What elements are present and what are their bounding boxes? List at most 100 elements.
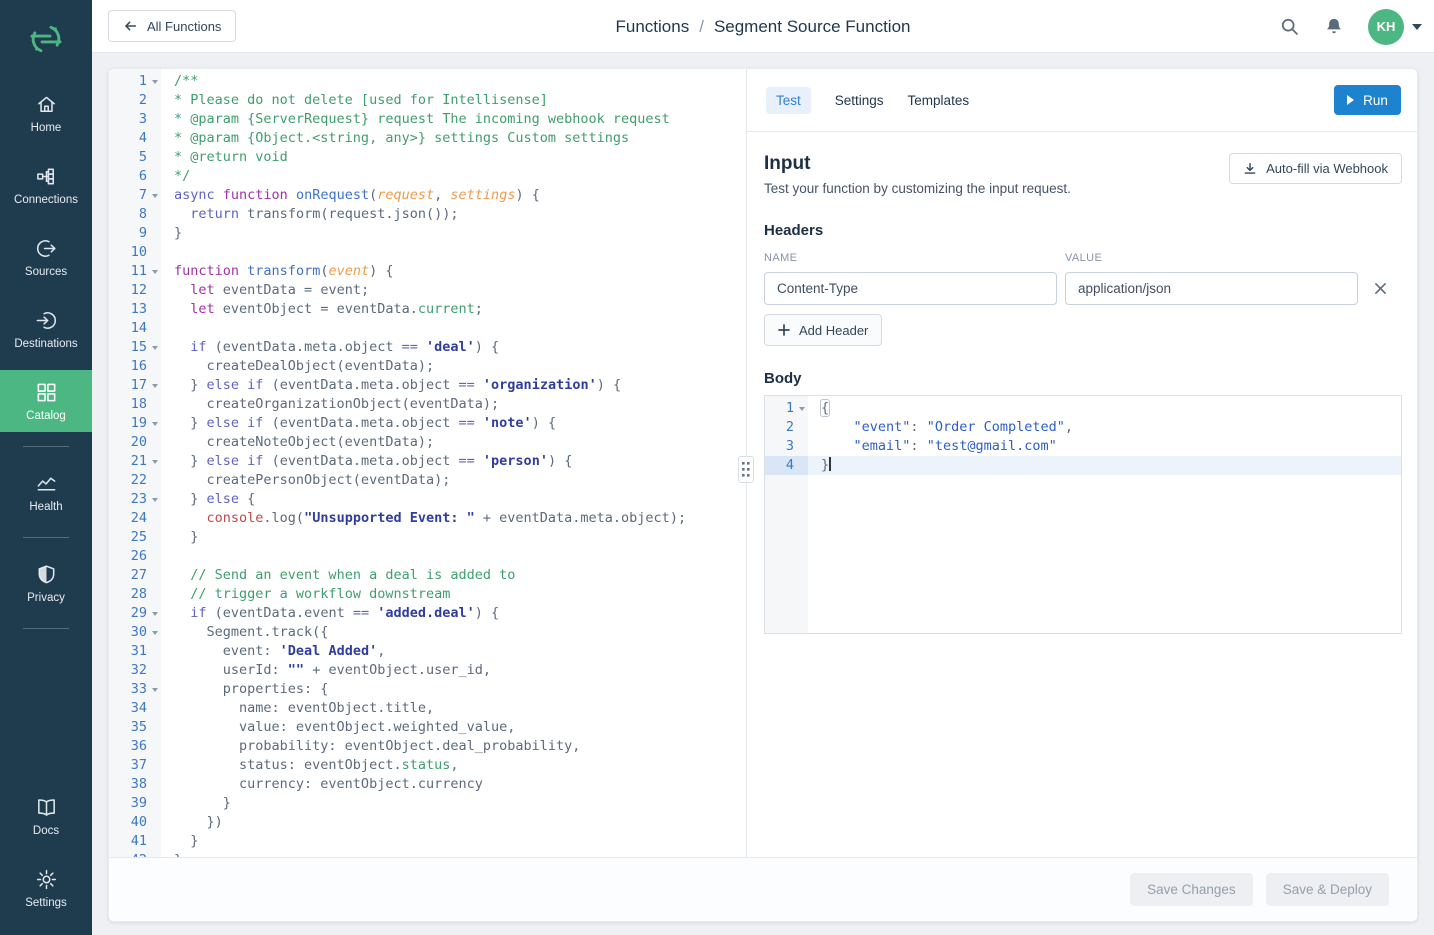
code-line[interactable]: 25 } — [109, 528, 746, 547]
sidebar-item-home[interactable]: Home — [0, 82, 92, 144]
fold-arrow-icon[interactable] — [152, 384, 158, 388]
code-line[interactable]: 32 userId: "" + eventObject.user_id, — [109, 661, 746, 680]
code-line[interactable]: 16 createDealObject(eventData); — [109, 357, 746, 376]
code-line[interactable]: 6*/ — [109, 167, 746, 186]
fold-arrow-icon[interactable] — [799, 407, 805, 411]
code-line[interactable]: 15 if (eventData.meta.object == 'deal') … — [109, 338, 746, 357]
code-line[interactable]: 22 createPersonObject(eventData); — [109, 471, 746, 490]
code-line[interactable]: 33 properties: { — [109, 680, 746, 699]
code-line[interactable]: 27 // Send an event when a deal is added… — [109, 566, 746, 585]
segment-logo[interactable] — [28, 20, 64, 58]
fold-arrow-icon[interactable] — [152, 422, 158, 426]
close-icon — [1374, 282, 1387, 295]
catalog-icon — [35, 381, 58, 404]
code-line[interactable]: 3* @param {ServerRequest} request The in… — [109, 110, 746, 129]
code-line[interactable]: 38 currency: eventObject.currency — [109, 775, 746, 794]
code-line[interactable]: 12 let eventData = event; — [109, 281, 746, 300]
add-header-label: Add Header — [799, 323, 868, 338]
code-line[interactable]: 35 value: eventObject.weighted_value, — [109, 718, 746, 737]
code-line[interactable]: 40 }) — [109, 813, 746, 832]
code-line[interactable]: 37 status: eventObject.status, — [109, 756, 746, 775]
code-line[interactable]: 39 } — [109, 794, 746, 813]
save-changes-button[interactable]: Save Changes — [1130, 873, 1253, 906]
code-line[interactable]: 10 — [109, 243, 746, 262]
fold-arrow-icon[interactable] — [152, 194, 158, 198]
tab-settings[interactable]: Settings — [835, 87, 884, 114]
run-button[interactable]: Run — [1334, 85, 1401, 115]
code-line[interactable]: 9} — [109, 224, 746, 243]
code-line[interactable]: 14 — [109, 319, 746, 338]
add-header-button[interactable]: Add Header — [764, 314, 882, 346]
code-line[interactable]: 31 event: 'Deal Added', — [109, 642, 746, 661]
code-line[interactable]: 4* @param {Object.<string, any>} setting… — [109, 129, 746, 148]
fold-arrow-icon[interactable] — [152, 460, 158, 464]
code-line[interactable]: 1/** — [109, 72, 746, 91]
remove-header-button[interactable] — [1374, 282, 1387, 295]
fold-arrow-icon[interactable] — [152, 612, 158, 616]
sidebar-item-label: Connections — [14, 194, 78, 206]
fold-arrow-icon[interactable] — [152, 346, 158, 350]
code-line[interactable]: 4} — [765, 456, 1401, 475]
sidebar-item-health[interactable]: Health — [0, 461, 92, 523]
avatar[interactable]: KH — [1368, 9, 1404, 45]
source-code-editor[interactable]: 1/**2* Please do not delete [used for In… — [109, 69, 746, 857]
save-deploy-button[interactable]: Save & Deploy — [1266, 873, 1389, 906]
code-line[interactable]: 24 console.log("Unsupported Event: " + e… — [109, 509, 746, 528]
settings-icon — [35, 868, 58, 891]
code-line[interactable]: 3 "email": "test@gmail.com" — [765, 437, 1401, 456]
code-line[interactable]: 28 // trigger a workflow downstream — [109, 585, 746, 604]
code-line[interactable]: 23 } else { — [109, 490, 746, 509]
notifications-bell-icon[interactable] — [1324, 16, 1344, 37]
sidebar-item-connections[interactable]: Connections — [0, 154, 92, 216]
code-line[interactable]: 13 let eventObject = eventData.current; — [109, 300, 746, 319]
code-line[interactable]: 11function transform(event) { — [109, 262, 746, 281]
code-line[interactable]: 29 if (eventData.event == 'added.deal') … — [109, 604, 746, 623]
fold-arrow-icon[interactable] — [152, 498, 158, 502]
code-line[interactable]: 42} — [109, 851, 746, 857]
pane-drag-handle[interactable] — [738, 456, 754, 483]
request-body-editor[interactable]: 1{2 "event": "Order Completed",3 "email"… — [764, 395, 1402, 634]
code-line[interactable]: 26 — [109, 547, 746, 566]
all-functions-button[interactable]: All Functions — [108, 10, 236, 42]
line-number: 24 — [109, 509, 161, 528]
code-line[interactable]: 1{ — [765, 399, 1401, 418]
user-menu[interactable]: KH — [1368, 9, 1422, 45]
tab-templates[interactable]: Templates — [908, 87, 970, 114]
fold-arrow-icon[interactable] — [152, 688, 158, 692]
sidebar-item-privacy[interactable]: Privacy — [0, 552, 92, 614]
sidebar-item-docs[interactable]: Docs — [0, 785, 92, 847]
line-number: 36 — [109, 737, 161, 756]
search-icon[interactable] — [1279, 16, 1300, 37]
code-line[interactable]: 8 return transform(request.json()); — [109, 205, 746, 224]
fold-arrow-icon[interactable] — [152, 631, 158, 635]
code-line[interactable]: 7async function onRequest(request, setti… — [109, 186, 746, 205]
code-line[interactable]: 19 } else if (eventData.meta.object == '… — [109, 414, 746, 433]
code-line[interactable]: 21 } else if (eventData.meta.object == '… — [109, 452, 746, 471]
code-line[interactable]: 41 } — [109, 832, 746, 851]
code-line[interactable]: 17 } else if (eventData.meta.object == '… — [109, 376, 746, 395]
header-name-input[interactable] — [764, 272, 1057, 305]
code-line[interactable]: 5* @return void — [109, 148, 746, 167]
line-number: 35 — [109, 718, 161, 737]
headers-section-title: Headers — [764, 222, 1402, 239]
line-number: 1 — [765, 399, 808, 418]
autofill-webhook-button[interactable]: Auto-fill via Webhook — [1229, 153, 1402, 184]
line-number: 6 — [109, 167, 161, 186]
code-line[interactable]: 2* Please do not delete [used for Intell… — [109, 91, 746, 110]
sidebar-item-catalog[interactable]: Catalog — [0, 370, 92, 432]
breadcrumb-parent[interactable]: Functions — [616, 17, 690, 37]
code-line[interactable]: 36 probability: eventObject.deal_probabi… — [109, 737, 746, 756]
sidebar-item-settings[interactable]: Settings — [0, 857, 92, 919]
tab-test[interactable]: Test — [766, 87, 811, 114]
header-value-input[interactable] — [1065, 272, 1358, 305]
code-line[interactable]: 20 createNoteObject(eventData); — [109, 433, 746, 452]
fold-arrow-icon[interactable] — [152, 80, 158, 84]
code-line[interactable]: 2 "event": "Order Completed", — [765, 418, 1401, 437]
code-line[interactable]: 30 Segment.track({ — [109, 623, 746, 642]
fold-arrow-icon[interactable] — [152, 270, 158, 274]
code-line[interactable]: 18 createOrganizationObject(eventData); — [109, 395, 746, 414]
tabs: Test Settings Templates — [766, 87, 1334, 114]
code-line[interactable]: 34 name: eventObject.title, — [109, 699, 746, 718]
sidebar-item-sources[interactable]: Sources — [0, 226, 92, 288]
sidebar-item-destinations[interactable]: Destinations — [0, 298, 92, 360]
